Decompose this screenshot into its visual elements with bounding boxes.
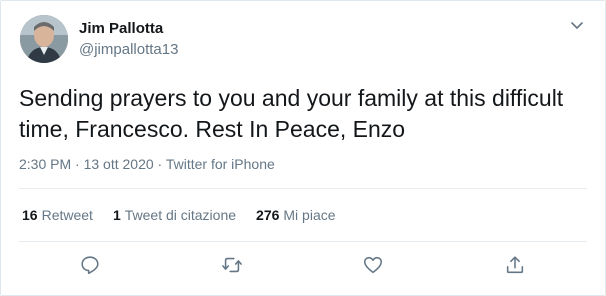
retweets-count: 16	[22, 207, 38, 223]
retweet-icon	[222, 257, 242, 273]
quotes-stat[interactable]: 1 Tweet di citazione	[113, 207, 236, 223]
likes-stat[interactable]: 276 Mi piace	[256, 207, 336, 223]
reply-button[interactable]	[77, 252, 103, 278]
chevron-down-icon[interactable]	[569, 17, 585, 33]
tweet-text: Sending prayers to you and your family a…	[19, 85, 564, 142]
likes-count: 276	[256, 207, 280, 223]
reply-icon	[81, 256, 99, 275]
tweet-card: Jim Pallotta @jimpallotta13 Sending pray…	[0, 0, 606, 296]
retweets-stat[interactable]: 16 Retweet	[22, 207, 93, 223]
like-button[interactable]	[360, 252, 386, 278]
tweet-stats: 16 Retweet 1 Tweet di citazione 276 Mi piac…	[22, 207, 356, 223]
quotes-count: 1	[112, 207, 121, 223]
likes-label: Mi piace	[283, 207, 336, 223]
heart-icon	[363, 256, 383, 274]
divider	[19, 188, 587, 189]
avatar-image	[20, 15, 68, 63]
avatar[interactable]	[20, 15, 68, 63]
quotes-label: Tweet di citazione	[124, 207, 237, 223]
retweets-label: Retweet	[41, 207, 93, 223]
display-name[interactable]: Jim Pallotta	[79, 20, 163, 37]
share-button[interactable]	[502, 252, 528, 278]
user-handle[interactable]: @jimpallotta13	[79, 41, 178, 58]
retweet-button[interactable]	[219, 252, 245, 278]
tweet-meta[interactable]: 2:30 PM · 13 ott 2020 · Twitter for iPho…	[19, 156, 275, 172]
divider	[19, 241, 587, 242]
share-icon	[506, 256, 524, 274]
